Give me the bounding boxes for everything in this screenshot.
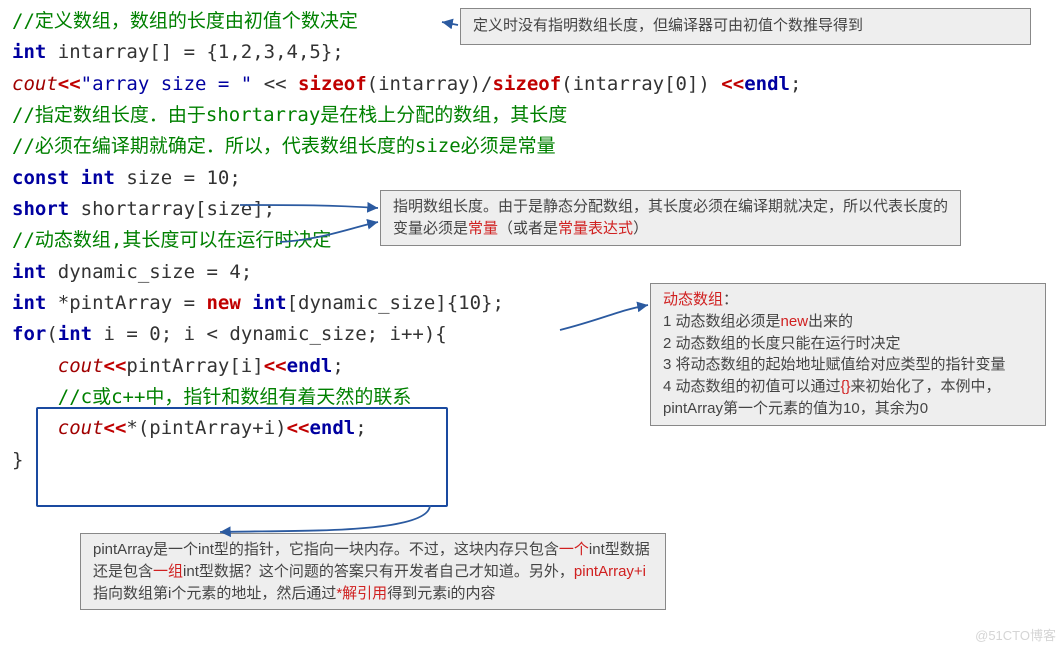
highlight-box — [36, 407, 448, 507]
annotation-box-4: pintArray是一个int型的指针，它指向一块内存。不过，这块内存只包含一个… — [80, 533, 666, 610]
watermark: @51CTO博客 — [975, 625, 1056, 646]
code-line-3: cout<<"array size = " << sizeof(intarray… — [12, 69, 1052, 100]
annotation-box-3: 动态数组： 1 动态数组必须是new出来的 2 动态数组的长度只能在运行时决定 … — [650, 283, 1046, 426]
annotation-box-2: 指明数组长度。由于是静态分配数组，其长度必须在编译期就决定，所以代表长度的变量必… — [380, 190, 961, 246]
code-line-5: //必须在编译期就确定．所以，代表数组长度的size必须是常量 — [12, 131, 1052, 162]
annotation-box-1: 定义时没有指明数组长度，但编译器可由初值个数推导得到 — [460, 8, 1031, 45]
code-line-4: //指定数组长度．由于shortarray是在栈上分配的数组，其长度 — [12, 100, 1052, 131]
